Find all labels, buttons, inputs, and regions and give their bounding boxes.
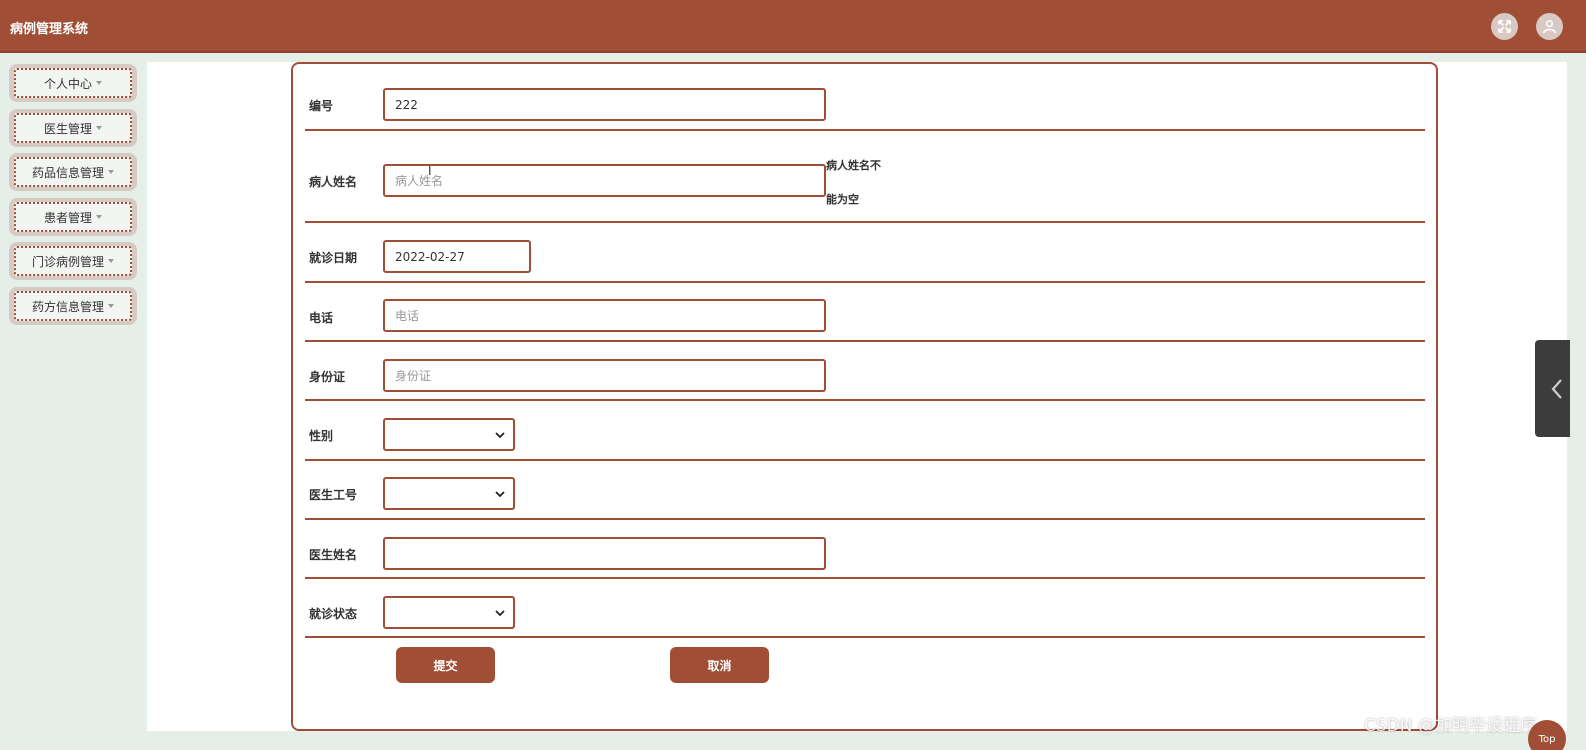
patient-name-label: 病人姓名	[309, 175, 358, 189]
sidebar-item-outpatient-case-management[interactable]: 门诊病例管理	[9, 242, 137, 280]
visit-date-value: 2022-02-27	[395, 249, 465, 264]
row-divider	[305, 459, 1425, 461]
doctor-id-select[interactable]	[383, 477, 515, 510]
sidebar-item-drug-info-management[interactable]: 药品信息管理	[9, 153, 137, 191]
number-label: 编号	[309, 99, 334, 113]
caret-down-icon	[96, 81, 102, 85]
id-card-label: 身份证	[309, 370, 346, 384]
cancel-button[interactable]: 取消	[670, 647, 769, 683]
sidebar-item-prescription-management[interactable]: 药方信息管理	[9, 287, 137, 325]
visit-date-label: 就诊日期	[309, 251, 358, 265]
back-to-top-button[interactable]: Top	[1528, 720, 1566, 750]
sidebar-item-doctor-management[interactable]: 医生管理	[9, 109, 137, 147]
row-divider	[305, 281, 1425, 283]
caret-down-icon	[96, 126, 102, 130]
chevron-down-icon	[495, 490, 505, 497]
row-divider	[305, 221, 1425, 223]
caret-down-icon	[108, 259, 114, 263]
fullscreen-button[interactable]	[1491, 13, 1518, 40]
patient-name-error-line2: 能为空	[826, 193, 859, 206]
fullscreen-icon	[1498, 20, 1511, 33]
gender-label: 性别	[309, 429, 334, 443]
sidebar-item-personal-center[interactable]: 个人中心	[9, 64, 137, 102]
chevron-down-icon	[495, 609, 505, 616]
side-panel-toggle[interactable]	[1535, 340, 1570, 437]
sidebar-item-patient-management[interactable]: 患者管理	[9, 198, 137, 236]
sidebar-item-label: 医生管理	[43, 121, 92, 136]
patient-name-error-line1: 病人姓名不	[826, 159, 881, 172]
patient-name-input[interactable]: 病人姓名	[383, 164, 826, 197]
row-divider	[305, 577, 1425, 579]
number-input[interactable]: 222	[383, 88, 826, 121]
user-button[interactable]	[1536, 13, 1563, 40]
sidebar-item-label: 患者管理	[43, 210, 92, 225]
visit-date-input[interactable]: 2022-02-27	[383, 240, 531, 273]
doctor-id-label: 医生工号	[309, 488, 358, 502]
text-cursor-icon: I	[428, 164, 432, 178]
phone-label: 电话	[309, 311, 334, 325]
phone-placeholder: 电话	[395, 309, 420, 323]
visit-status-label: 就诊状态	[309, 607, 358, 621]
patient-name-placeholder: 病人姓名	[395, 174, 444, 188]
row-divider	[305, 399, 1425, 401]
phone-input[interactable]: 电话	[383, 299, 826, 332]
caret-down-icon	[96, 215, 102, 219]
chevron-down-icon	[495, 431, 505, 438]
caret-down-icon	[108, 304, 114, 308]
chevron-left-icon	[1551, 378, 1562, 399]
visit-status-select[interactable]	[383, 596, 515, 629]
top-header: 病例管理系统	[0, 0, 1586, 53]
sidebar-item-label: 药品信息管理	[31, 165, 104, 180]
user-icon	[1543, 20, 1556, 34]
doctor-name-label: 医生姓名	[309, 548, 358, 562]
app-title: 病例管理系统	[10, 22, 89, 37]
sidebar-item-label: 药方信息管理	[31, 299, 104, 314]
row-divider	[305, 340, 1425, 342]
sidebar-item-label: 门诊病例管理	[31, 254, 104, 269]
sidebar: 个人中心 医生管理 药品信息管理 患者管理 门诊病例管理 药方信息管理	[0, 55, 146, 750]
row-divider	[305, 129, 1425, 131]
id-card-placeholder: 身份证	[395, 369, 432, 383]
number-value: 222	[395, 97, 418, 112]
sidebar-item-label: 个人中心	[43, 76, 92, 91]
watermark-text: CSDN @加明毕设程序	[1364, 716, 1537, 736]
row-divider	[305, 636, 1425, 638]
row-divider	[305, 518, 1425, 520]
doctor-name-input[interactable]	[383, 537, 826, 570]
gender-select[interactable]	[383, 418, 515, 451]
back-to-top-label: Top	[1538, 734, 1556, 745]
caret-down-icon	[108, 170, 114, 174]
id-card-input[interactable]: 身份证	[383, 359, 826, 392]
submit-button[interactable]: 提交	[396, 647, 495, 683]
